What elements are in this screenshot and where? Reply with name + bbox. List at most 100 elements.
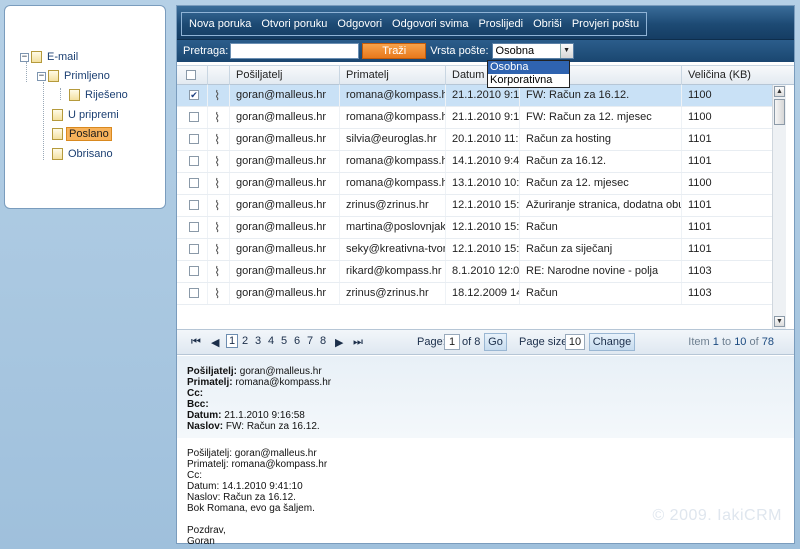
cell-date: 18.12.2009 14:11 (445, 283, 519, 304)
page-link-2[interactable]: 2 (242, 335, 248, 347)
row-checkbox[interactable] (189, 156, 199, 166)
tree-node-u-pripremi[interactable]: U pripremi (52, 108, 121, 122)
mail-type-label: Vrsta pošte: (430, 45, 489, 57)
scroll-up-icon[interactable]: ▲ (774, 86, 785, 97)
chevron-down-icon[interactable]: ▼ (559, 44, 573, 58)
table-row[interactable]: ⌇ goran@malleus.hr romana@kompass.hr 14.1.2… (177, 151, 772, 173)
preview-body-line: Goran (187, 536, 215, 547)
cell-to: silvia@euroglas.hr (339, 129, 445, 150)
dropdown-option-osobna[interactable]: Osobna (488, 61, 569, 74)
folder-tree-panel: − E-mail − Primljeno Riješeno U pripremi… (4, 5, 166, 209)
header-size[interactable]: Veličina (KB) (681, 66, 794, 85)
cell-to: zrinus@zrinus.hr (339, 283, 445, 304)
scroll-thumb[interactable] (774, 99, 785, 125)
menu-provjeri-postu[interactable]: Provjeri poštu (567, 18, 644, 30)
header-select-all[interactable] (177, 66, 207, 85)
table-row[interactable]: ✔ ⌇ goran@malleus.hr romana@kompass.hr 21.1.… (177, 85, 772, 107)
search-button[interactable]: Traži (362, 43, 427, 59)
tree-label-u-pripremi: U pripremi (68, 109, 119, 121)
tree-node-primljeno[interactable]: − Primljeno (37, 69, 112, 83)
menu-proslijedi[interactable]: Proslijedi (473, 18, 528, 30)
page-link-6[interactable]: 6 (294, 335, 300, 347)
page-link-1[interactable]: 1 (226, 334, 239, 348)
cell-to: rikard@kompass.hr (339, 261, 445, 282)
row-checkbox[interactable] (189, 266, 199, 276)
dropdown-option-korporativna[interactable]: Korporativna (488, 74, 569, 87)
table-row[interactable]: ⌇ goran@malleus.hr romana@kompass.hr 13.1.2… (177, 173, 772, 195)
row-checkbox[interactable] (189, 222, 199, 232)
cell-to: romana@kompass.hr (339, 107, 445, 128)
cell-size: 1103 (681, 283, 772, 304)
select-all-checkbox[interactable] (186, 70, 196, 80)
collapse-icon[interactable]: − (20, 52, 29, 62)
paperclip-icon: ⌇ (207, 217, 229, 238)
item-to: 10 (734, 336, 747, 348)
page-size-input[interactable]: 10 (565, 334, 585, 350)
paperclip-icon: ⌇ (207, 283, 229, 304)
table-row[interactable]: ⌇goran@malleus.hrmartina@poslovnjak.hr12… (177, 217, 772, 239)
tree-node-rijeseno[interactable]: Riješeno (69, 88, 130, 102)
tree-node-obrisano[interactable]: Obrisano (52, 147, 115, 161)
preview-header-value: 21.1.2010 9:16:58 (224, 410, 305, 421)
tree-node-email[interactable]: − E-mail (20, 50, 80, 64)
table-row[interactable]: ⌇goran@malleus.hrseky@kreativna-tvornica… (177, 239, 772, 261)
menu-otvori-poruku[interactable]: Otvori poruku (256, 18, 332, 30)
watermark: © 2009. IakiCRM (652, 507, 782, 524)
tree-label-obrisano: Obrisano (68, 148, 113, 160)
row-checkbox[interactable] (189, 244, 199, 254)
header-recipient[interactable]: Primatelj (339, 66, 445, 85)
mail-type-select[interactable]: Osobna ▼ (491, 43, 574, 59)
go-button[interactable]: Go (484, 333, 507, 351)
preview-header: Pošiljatelj: goran@malleus.hr Primatelj: … (177, 356, 794, 438)
preview-header-line: Datum: 21.1.2010 9:16:58 (187, 410, 794, 421)
tree-node-poslano[interactable]: Poslano (52, 127, 112, 141)
cell-from: goran@malleus.hr (229, 261, 339, 282)
folder-icon (69, 89, 80, 101)
row-checkbox[interactable] (189, 178, 199, 188)
preview-header-key: Bcc: (187, 399, 209, 410)
table-row[interactable]: ⌇ goran@malleus.hr romana@kompass.hr 21.1.2… (177, 107, 772, 129)
cell-from: goran@malleus.hr (229, 107, 339, 128)
scroll-down-icon[interactable]: ▼ (774, 316, 785, 327)
grid-scrollbar[interactable]: ▲ ▼ (772, 85, 786, 329)
preview-header-key: Naslov: (187, 421, 224, 432)
cell-date: 8.1.2010 12:09:52 (445, 261, 519, 282)
header-sender[interactable]: Pošiljatelj (229, 66, 339, 85)
table-row[interactable]: ⌇ goran@malleus.hr zrinus@zrinus.hr 18.12.2… (177, 283, 772, 305)
page-link-8[interactable]: 8 (320, 335, 326, 347)
row-select-cell (177, 129, 207, 150)
row-checkbox[interactable] (189, 200, 199, 210)
page-link-3[interactable]: 3 (255, 335, 261, 347)
last-page-icon[interactable]: ⏭ (353, 336, 363, 349)
table-row[interactable]: ⌇ goran@malleus.hr zrinus@zrinus.hr 12.1.20… (177, 195, 772, 217)
page-link-7[interactable]: 7 (307, 335, 313, 347)
folder-icon (31, 51, 42, 63)
cell-date: 20.1.2010 11:59:20 (445, 129, 519, 150)
menu-odgovori-svima[interactable]: Odgovori svima (387, 18, 473, 30)
cell-to: romana@kompass.hr (339, 151, 445, 172)
menu-nova-poruka[interactable]: Nova poruka (184, 18, 256, 30)
menu-odgovori[interactable]: Odgovori (332, 18, 387, 30)
page-link-5[interactable]: 5 (281, 335, 287, 347)
preview-header-key: Pošiljatelj: (187, 366, 238, 377)
table-row[interactable]: ⌇ goran@malleus.hr rikard@kompass.hr 8.1.20… (177, 261, 772, 283)
collapse-icon[interactable]: − (37, 71, 46, 81)
folder-icon (52, 109, 63, 121)
row-checkbox[interactable] (189, 112, 199, 122)
row-select-cell (177, 107, 207, 128)
change-button[interactable]: Change (589, 333, 635, 351)
table-row[interactable]: ⌇ goran@malleus.hr silvia@euroglas.hr 20.1.… (177, 129, 772, 151)
page-number-input[interactable]: 1 (444, 334, 460, 350)
cell-date: 12.1.2010 15:34:30 (445, 217, 519, 238)
prev-page-icon[interactable]: ◀ (211, 336, 219, 349)
first-page-icon[interactable]: ⏮ (191, 336, 201, 349)
row-select-cell (177, 195, 207, 216)
cell-size: 1101 (681, 151, 772, 172)
row-checkbox[interactable] (189, 288, 199, 298)
next-page-icon[interactable]: ▶ (335, 336, 343, 349)
row-checkbox[interactable] (189, 134, 199, 144)
menu-obrisi[interactable]: Obriši (528, 18, 567, 30)
search-input[interactable] (230, 43, 360, 59)
row-checkbox[interactable]: ✔ (189, 90, 199, 100)
page-link-4[interactable]: 4 (268, 335, 274, 347)
